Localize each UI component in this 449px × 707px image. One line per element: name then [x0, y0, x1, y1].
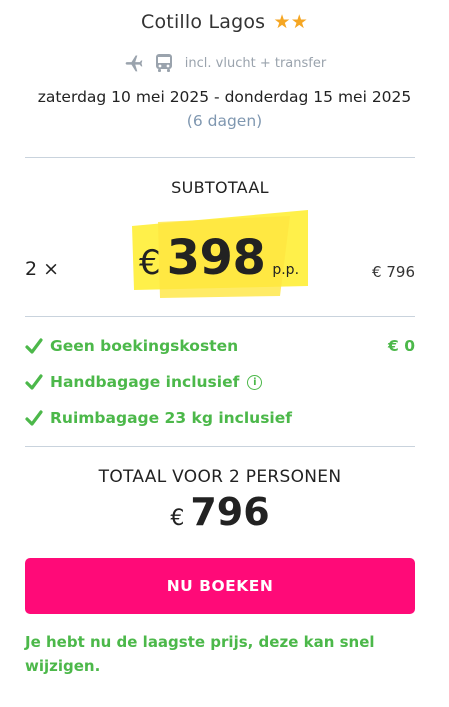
divider	[25, 316, 415, 317]
subtotal-heading: SUBTOTAAL	[171, 178, 269, 197]
price-amount: 398	[166, 230, 266, 286]
check-icon	[25, 410, 43, 426]
price-per-person: € 398 p.p.	[139, 230, 299, 286]
currency-symbol: €	[139, 243, 161, 283]
info-icon[interactable]: i	[247, 374, 263, 390]
check-icon	[25, 374, 43, 390]
travel-dates: zaterdag 10 mei 2025 - donderdag 15 mei …	[37, 88, 412, 106]
feature-label: Handbagage inclusief	[50, 373, 240, 391]
star-rating: ★★	[273, 11, 308, 33]
currency-symbol: €	[170, 506, 185, 531]
subtotal-total: € 796	[372, 263, 415, 281]
hotel-title: Cotillo Lagos ★★	[0, 11, 449, 33]
divider	[25, 157, 415, 158]
booking-fee-value: € 0	[388, 337, 415, 355]
hotel-name: Cotillo Lagos	[141, 11, 266, 33]
total-amount: 796	[190, 490, 270, 534]
bus-icon	[153, 52, 175, 74]
total-heading: TOTAAL VOOR 2 PERSONEN	[98, 467, 342, 487]
travel-duration: (6 dagen)	[186, 112, 263, 130]
feature-checked-luggage: Ruimbagage 23 kg inclusief	[25, 407, 292, 429]
quantity: 2 ×	[25, 258, 60, 280]
feature-label: Geen boekingskosten	[50, 337, 239, 355]
book-now-button[interactable]: NU BOEKEN	[25, 558, 415, 614]
per-person-label: p.p.	[272, 262, 300, 278]
divider	[25, 446, 415, 447]
feature-hand-luggage: Handbagage inclusief i	[25, 371, 263, 393]
total-price: € 796	[0, 490, 440, 534]
inclusions-row: incl. vlucht + transfer	[0, 52, 449, 74]
check-icon	[25, 338, 43, 354]
feature-no-booking-fees: Geen boekingskosten	[25, 335, 238, 357]
inclusions-text: incl. vlucht + transfer	[184, 55, 327, 71]
feature-label: Ruimbagage 23 kg inclusief	[50, 409, 292, 427]
plane-icon	[123, 52, 145, 74]
lowest-price-notice: Je hebt nu de laagste prijs, deze kan sn…	[25, 633, 375, 675]
